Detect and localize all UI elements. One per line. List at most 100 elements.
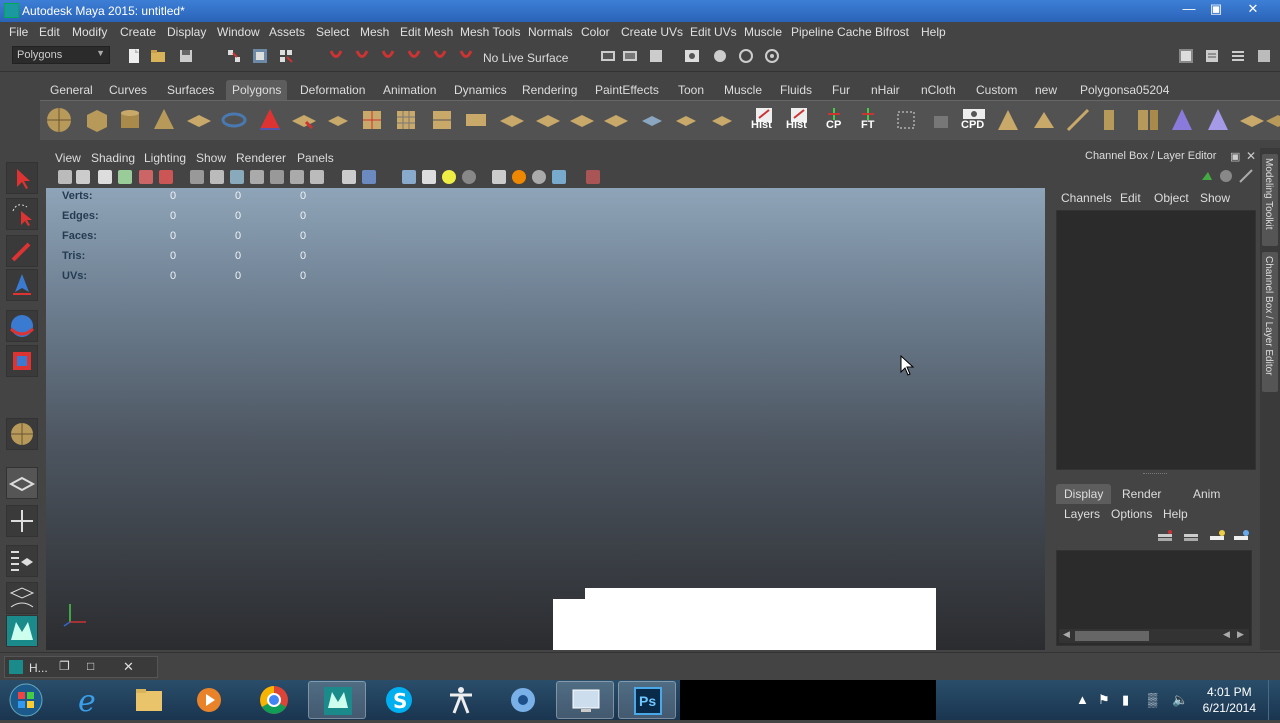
snap-to-grid-icon[interactable] [328, 48, 344, 64]
taskbar-zbrush[interactable] [432, 681, 490, 719]
field-chart-icon[interactable] [270, 170, 284, 184]
textured-icon[interactable] [422, 170, 436, 184]
channel-edit-menu[interactable]: Edit [1120, 191, 1141, 205]
taskbar-photoshop[interactable]: Ps [618, 681, 676, 719]
maya-home-button[interactable] [6, 615, 38, 647]
insert-edge-loop-icon[interactable] [568, 106, 596, 134]
crease-tool-icon[interactable] [1064, 106, 1092, 134]
snap-to-view-plane-icon[interactable] [406, 48, 422, 64]
poly-torus-icon[interactable] [220, 106, 248, 134]
use-all-lights-icon[interactable] [442, 170, 456, 184]
snap-together-icon[interactable] [892, 106, 920, 134]
shelf-tab-painteffects[interactable]: PaintEffects [589, 80, 665, 100]
show-hidden-icons-icon[interactable]: ▲ [1076, 692, 1089, 707]
show-hide-modeling-toolkit-icon[interactable] [1256, 48, 1272, 64]
shadows-icon[interactable] [462, 170, 476, 184]
append-polygon-icon[interactable] [498, 106, 526, 134]
extract-icon[interactable] [358, 106, 386, 134]
isolate-select-icon[interactable] [586, 170, 600, 184]
poly-cone-icon[interactable] [150, 106, 178, 134]
extrude-icon[interactable] [428, 106, 456, 134]
menu-assets[interactable]: Assets [269, 25, 305, 39]
taskbar-maya[interactable] [308, 681, 366, 719]
restore-window-icon[interactable]: ❐ [59, 659, 70, 673]
shelf-tab-dynamics[interactable]: Dynamics [448, 80, 513, 100]
horizontal-scrollbar[interactable]: ◀ ◀ ▶ [1059, 629, 1249, 643]
image-plane-icon[interactable] [118, 170, 132, 184]
menu-edit[interactable]: Edit [39, 25, 60, 39]
snap-to-surface-icon[interactable] [432, 48, 448, 64]
shelf-tab-animation[interactable]: Animation [377, 80, 442, 100]
taskbar-internet-explorer[interactable]: e [60, 681, 118, 719]
paint-tool-icon[interactable] [994, 106, 1022, 134]
poly-helix-icon[interactable] [1264, 106, 1280, 134]
panel-menu-show[interactable]: Show [196, 151, 226, 165]
scale-value-icon[interactable] [926, 106, 954, 134]
smooth-icon[interactable] [392, 106, 420, 134]
menu-color[interactable]: Color [581, 25, 610, 39]
panel-menu-renderer[interactable]: Renderer [236, 151, 286, 165]
mirror-geometry-icon[interactable] [1098, 106, 1126, 134]
show-desktop-button[interactable] [1268, 680, 1280, 720]
bridge-icon[interactable] [462, 106, 490, 134]
render-frame-icon[interactable] [622, 48, 638, 64]
motion-blur-icon[interactable] [512, 170, 526, 184]
poly-pipe-icon[interactable] [1238, 106, 1266, 134]
menu-window[interactable]: Window [217, 25, 260, 39]
2d-pan-zoom-icon[interactable] [139, 170, 153, 184]
select-by-component-icon[interactable] [278, 48, 294, 64]
menu-file[interactable]: File [9, 25, 28, 39]
menu-mesh-tools[interactable]: Mesh Tools [460, 25, 520, 39]
shelf-tab-muscle[interactable]: Muscle [718, 80, 768, 100]
panel-menu-shading[interactable]: Shading [91, 151, 135, 165]
layer-tab-display[interactable]: Display [1056, 484, 1112, 504]
rotate-tool-button[interactable] [6, 310, 38, 342]
shelf-tab-ncloth[interactable]: nCloth [915, 80, 962, 100]
anti-aliasing-icon[interactable] [532, 170, 546, 184]
menu-edit-uvs[interactable]: Edit UVs [690, 25, 737, 39]
four-view-layout-button[interactable] [6, 505, 38, 537]
resolution-gate-icon[interactable] [230, 170, 244, 184]
scroll-right-icon[interactable]: ◀ [1223, 629, 1230, 640]
modeling-toolkit-tab[interactable]: Modeling Toolkit [1262, 154, 1278, 246]
menu-create-uvs[interactable]: Create UVs [621, 25, 683, 39]
taskbar-chrome[interactable] [245, 681, 303, 719]
layer-tab-anim[interactable]: Anim [1185, 484, 1228, 504]
select-by-hierarchy-icon[interactable] [226, 48, 242, 64]
paint-select-tool-button[interactable] [6, 235, 38, 267]
last-tool-button[interactable] [6, 418, 38, 450]
layers-menu[interactable]: Layers [1064, 507, 1100, 521]
shelf-tab-new[interactable]: new [1029, 80, 1063, 100]
windows-start-icon[interactable] [8, 682, 44, 718]
channel-box-layer-editor-tab[interactable]: Channel Box / Layer Editor [1262, 252, 1278, 392]
smooth-shade-icon[interactable] [362, 170, 376, 184]
system-clock[interactable]: 4:01 PM 6/21/2014 [1203, 684, 1256, 716]
wireframe-icon[interactable] [342, 170, 356, 184]
sculpt-tool-icon[interactable] [1030, 106, 1058, 134]
screen-space-ao-icon[interactable] [492, 170, 506, 184]
layer-list[interactable]: ◀ ◀ ▶ [1056, 550, 1252, 646]
show-hide-tool-settings-icon[interactable] [1178, 48, 1194, 64]
menu-modify[interactable]: Modify [72, 25, 107, 39]
action-center-flag-icon[interactable]: ⚑ [1098, 692, 1110, 708]
menu-muscle[interactable]: Muscle [744, 25, 782, 39]
planar-mapping-icon[interactable] [638, 106, 666, 134]
channel-box-list[interactable] [1056, 210, 1256, 470]
show-hide-attribute-editor-icon[interactable] [1204, 48, 1220, 64]
close-panel-icon[interactable]: ✕ [1246, 149, 1256, 163]
minimized-window[interactable]: H... ❐ □ ✕ [4, 656, 158, 678]
taskbar-app-flower[interactable] [494, 681, 552, 719]
menu-select[interactable]: Select [316, 25, 349, 39]
lasso-tool-button[interactable] [6, 198, 38, 230]
separate-icon[interactable] [324, 106, 352, 134]
channels-menu[interactable]: Channels [1061, 191, 1112, 205]
snap-to-point-icon[interactable] [380, 48, 396, 64]
scale-tool-button[interactable] [6, 345, 38, 377]
shelf-tab-fur[interactable]: Fur [826, 80, 856, 100]
shelf-tab-rendering[interactable]: Rendering [516, 80, 583, 100]
panel-menu-view[interactable]: View [55, 151, 81, 165]
menu-mesh[interactable]: Mesh [360, 25, 389, 39]
shelf-tab-nhair[interactable]: nHair [865, 80, 906, 100]
panel-menu-lighting[interactable]: Lighting [144, 151, 186, 165]
close-window-icon[interactable]: ✕ [123, 659, 134, 675]
